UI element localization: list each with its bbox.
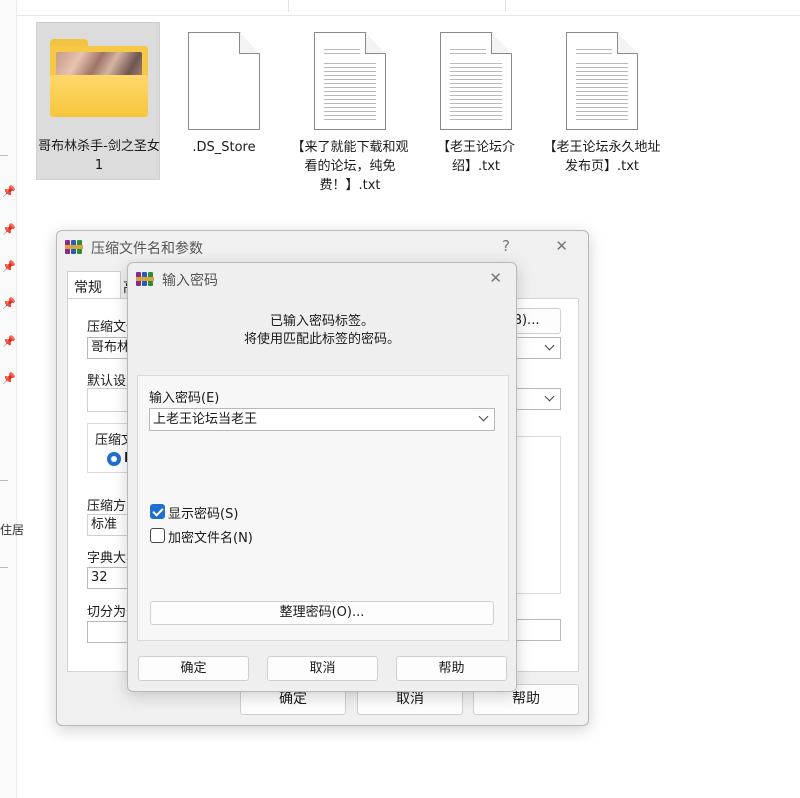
pane-divider <box>0 155 8 156</box>
archive-name-dropdown[interactable] <box>515 337 561 359</box>
dialog-title: 输入密码 <box>162 273 218 289</box>
password-value: 上老王论坛当老王 <box>153 412 258 427</box>
organize-passwords-button[interactable]: 整理密码(O)... <box>150 601 494 625</box>
show-password-checkbox[interactable] <box>150 504 165 519</box>
column-separator <box>288 0 289 12</box>
column-separator <box>505 0 506 12</box>
pin-icon: 📌 <box>2 185 16 198</box>
password-tag-info: 已输入密码标签。 <box>269 314 374 329</box>
pane-divider <box>0 567 8 568</box>
file-item-txt[interactable]: 【来了就能下载和观看的论坛，纯免费！】.txt <box>288 22 412 193</box>
update-mode-dropdown[interactable] <box>515 388 561 410</box>
text-file-icon <box>440 32 512 130</box>
password-input[interactable]: 上老王论坛当老王 <box>149 408 495 431</box>
blank-file-icon <box>188 32 260 130</box>
file-item-folder[interactable]: 哥布林杀手-剑之圣女1 <box>36 22 160 180</box>
chevron-down-icon[interactable] <box>478 412 490 424</box>
file-item-ds-store[interactable]: .DS_Store <box>162 22 286 180</box>
dialog-titlebar[interactable]: 输入密码 ✕ <box>128 263 516 295</box>
text-file-icon <box>566 32 638 130</box>
archive-options-group <box>515 436 561 594</box>
pane-divider <box>0 480 8 481</box>
pin-icon: 📌 <box>2 297 16 310</box>
file-name: 【来了就能下载和观看的论坛，纯免费！】.txt <box>291 140 409 193</box>
folder-icon <box>50 39 148 117</box>
tab-label: 常规 <box>74 280 102 296</box>
pin-icon: 📌 <box>2 223 16 236</box>
file-item-txt[interactable]: 【老王论坛永久地址发布页】.txt <box>540 22 664 180</box>
help-icon[interactable]: ? <box>502 237 510 255</box>
ok-button[interactable]: 确定 <box>138 656 249 681</box>
file-name: .DS_Store <box>192 140 256 155</box>
file-item-txt[interactable]: 【老王论坛介绍】.txt <box>414 22 538 180</box>
cancel-button[interactable]: 取消 <box>267 656 378 681</box>
encrypt-file-names-checkbox[interactable] <box>150 528 165 543</box>
close-icon[interactable]: ✕ <box>555 237 568 255</box>
explorer-top-strip <box>0 0 800 16</box>
help-button[interactable]: 帮助 <box>396 656 507 681</box>
enter-password-dialog: 输入密码 ✕ 已输入密码标签。 将使用匹配此标签的密码。 输入密码(E) 上老王… <box>127 262 517 692</box>
format-radio-rar[interactable] <box>107 452 121 466</box>
dialog-titlebar[interactable]: 压缩文件名和参数 ? ✕ <box>57 231 588 263</box>
pin-icon: 📌 <box>2 335 16 348</box>
close-icon[interactable]: ✕ <box>489 269 502 287</box>
password-field-background[interactable] <box>515 619 561 641</box>
show-password-label: 显示密码(S) <box>168 507 239 522</box>
password-tag-info: 将使用匹配此标签的密码。 <box>243 332 400 347</box>
winrar-icon <box>65 239 83 255</box>
file-name: 哥布林杀手-剑之圣女1 <box>38 139 160 173</box>
nav-item-label[interactable]: 住居 <box>0 521 24 538</box>
password-label: 输入密码(E) <box>149 391 220 406</box>
encrypt-file-names-label: 加密文件名(N) <box>168 531 253 546</box>
chevron-down-icon <box>544 392 556 404</box>
text-file-icon <box>314 32 386 130</box>
winrar-icon <box>136 271 154 287</box>
file-name: 【老王论坛永久地址发布页】.txt <box>543 140 661 174</box>
compression-method-label: 压缩方 <box>87 499 127 514</box>
dialog-title: 压缩文件名和参数 <box>91 241 203 257</box>
pin-icon: 📌 <box>2 372 16 385</box>
chevron-down-icon <box>544 341 556 353</box>
tab-general[interactable]: 常规 <box>67 271 121 299</box>
file-name: 【老王论坛介绍】.txt <box>436 140 515 174</box>
navigation-pane[interactable]: 📌 📌 📌 📌 📌 📌 <box>0 0 17 798</box>
pin-icon: 📌 <box>2 260 16 273</box>
